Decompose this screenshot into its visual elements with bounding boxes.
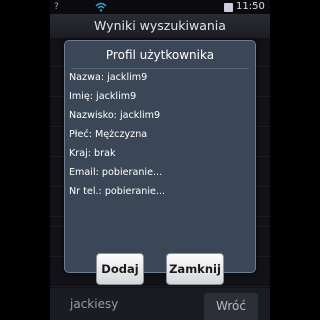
field-gender: Płeć: Mężczyzna	[69, 129, 148, 140]
title-bar: Wyniki wyszukiwania	[50, 14, 270, 38]
field-nickname: Nazwisko: jacklim9	[69, 110, 161, 121]
dialog-title: Profil użytkownika	[105, 48, 215, 62]
wifi-icon	[95, 2, 107, 12]
phone-screen: ? 11:50 Wyniki wyszukiwania jacklim jack…	[50, 0, 270, 320]
profile-dialog: Profil użytkownika Nazwa: jacklim9 Imię:…	[64, 40, 256, 273]
page-title: Wyniki wyszukiwania	[94, 18, 226, 33]
status-bar: ? 11:50	[50, 0, 270, 14]
field-email: Email: pobieranie...	[69, 167, 163, 178]
field-phone: Nr tel.: pobieranie...	[69, 186, 166, 197]
field-name: Nazwa: jacklim9	[69, 72, 148, 83]
close-button[interactable]: Zamknij	[166, 253, 224, 285]
dialog-divider	[71, 68, 249, 69]
battery-icon	[224, 3, 233, 12]
field-country: Kraj: brak	[69, 148, 116, 159]
back-button[interactable]: Wróć	[204, 293, 258, 320]
field-first-name: Imię: jacklim9	[69, 91, 137, 102]
add-button[interactable]: Dodaj	[96, 253, 144, 285]
list-item-label[interactable]: jackiesy	[70, 297, 118, 311]
status-time: 11:50	[236, 1, 265, 12]
status-left-glyph: ?	[54, 2, 59, 12]
